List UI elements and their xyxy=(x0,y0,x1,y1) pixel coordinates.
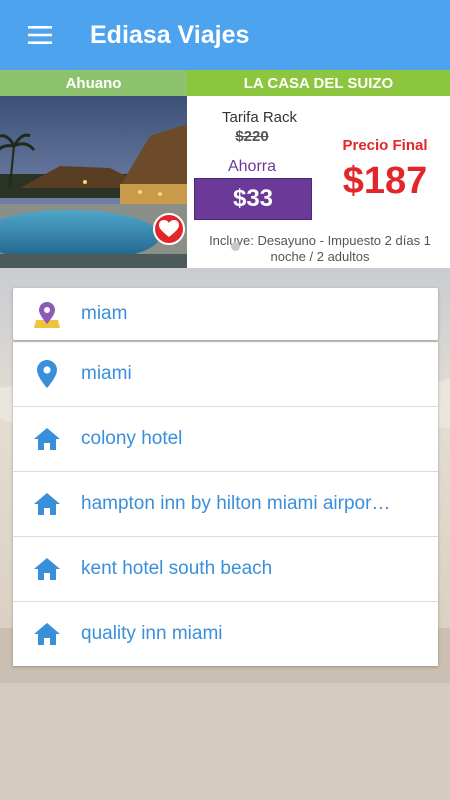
menu-button[interactable] xyxy=(0,0,80,70)
savings-label: Ahorra xyxy=(227,158,277,175)
search-query: miam xyxy=(81,303,128,324)
suggestion-label: miami xyxy=(81,363,132,384)
suggestion-label: hampton inn by hilton miami airpor… xyxy=(81,493,391,514)
suggestion-item[interactable]: miami xyxy=(13,342,438,407)
search-input[interactable]: miam xyxy=(13,288,438,340)
location-pin-icon xyxy=(37,360,57,388)
home-icon xyxy=(34,623,60,645)
promo-location-tab: Ahuano xyxy=(0,70,187,96)
package-includes: Incluye: Desayuno - Impuesto 2 días 1 no… xyxy=(209,233,431,264)
heart-icon xyxy=(159,220,179,237)
final-price: $187 xyxy=(342,160,428,202)
suggestion-label: colony hotel xyxy=(81,428,183,449)
savings-amount: $33 xyxy=(194,178,312,220)
suggestion-item[interactable]: hampton inn by hilton miami airpor… xyxy=(13,472,438,537)
final-price-label: Precio Final xyxy=(342,137,428,154)
map-pin-icon xyxy=(34,302,60,328)
promo-hotel-name: LA CASA DEL SUIZO xyxy=(187,70,450,96)
rack-rate-label: Tarifa Rack xyxy=(221,109,298,126)
suggestion-list: miami colony hotel hampton inn by hilton… xyxy=(13,342,438,666)
home-icon xyxy=(34,428,60,450)
carousel-indicator[interactable] xyxy=(231,242,240,251)
favorite-button[interactable] xyxy=(153,213,185,245)
home-icon xyxy=(34,493,60,515)
hotel-photo xyxy=(0,96,187,268)
suggestion-item[interactable]: kent hotel south beach xyxy=(13,537,438,602)
app-bar: Ediasa Viajes xyxy=(0,0,450,70)
home-icon xyxy=(34,558,60,580)
search-autocomplete: miam miami colony hotel hampton inn by h… xyxy=(13,288,438,666)
suggestion-label: kent hotel south beach xyxy=(81,558,273,579)
hamburger-menu-icon xyxy=(28,26,52,44)
app-title: Ediasa Viajes xyxy=(90,20,250,49)
suggestion-label: quality inn miami xyxy=(81,623,223,644)
promo-card[interactable]: Ahuano LA CASA DEL SUIZO Tarifa Rack $22… xyxy=(0,70,450,268)
rack-rate-price: $220 xyxy=(235,128,269,145)
suggestion-item[interactable]: colony hotel xyxy=(13,407,438,472)
suggestion-item[interactable]: quality inn miami xyxy=(13,602,438,666)
